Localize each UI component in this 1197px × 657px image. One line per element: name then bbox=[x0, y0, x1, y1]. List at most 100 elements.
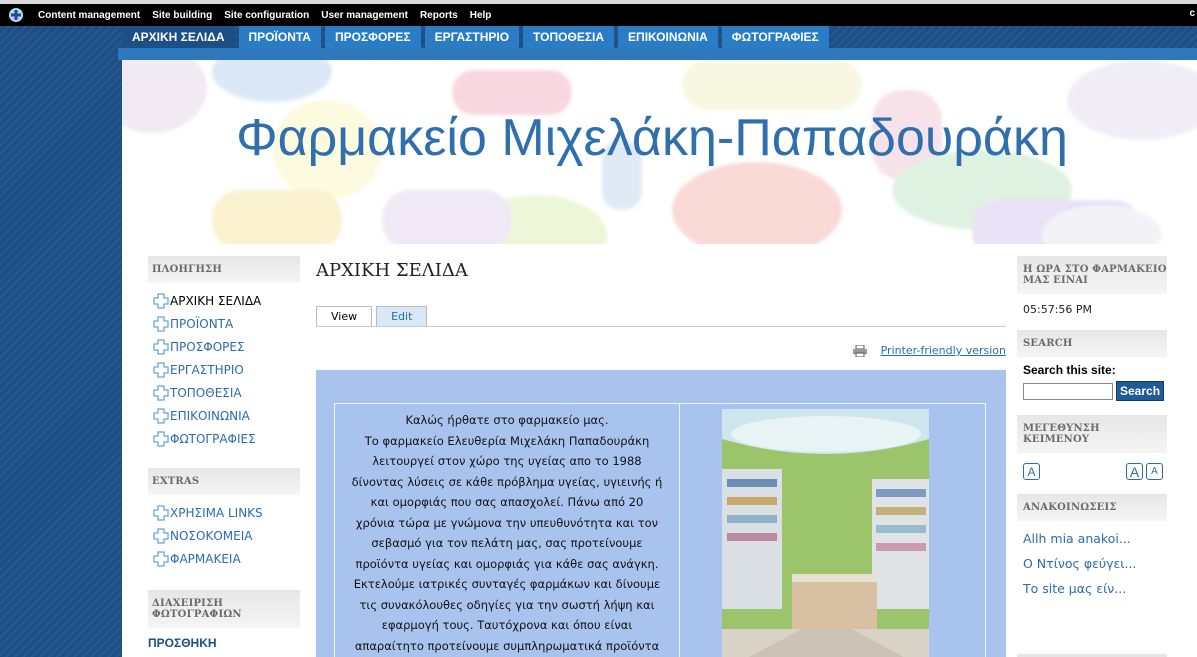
article-line: δίνοντας λύσεις σε κάθε πρόβλημα υγείας,… bbox=[351, 474, 663, 489]
sidebar-item-contact[interactable]: ΕΠΙΚΟΙΝΩΝΙΑ bbox=[152, 404, 300, 427]
article-line: σεβασμό για τον πελάτη μας, σας προτείνο… bbox=[371, 536, 643, 550]
admin-site-configuration[interactable]: Site configuration bbox=[218, 10, 315, 21]
extras-menu: ΧΡΗΣΙΜΑ LINKS ΝΟΣΟΚΟΜΕΙΑ ΦΑΡΜΑΚΕΙΑ bbox=[148, 495, 300, 580]
nav-home[interactable]: ΑΡΧΙΚΗ ΣΕΛΙΔΑ bbox=[122, 26, 235, 48]
nav-products[interactable]: ΠΡΟΪΟΝΤΑ bbox=[238, 26, 321, 48]
admin-site-building[interactable]: Site building bbox=[146, 10, 218, 21]
plus-icon bbox=[152, 384, 170, 402]
admin-right-text: c bbox=[1189, 8, 1195, 19]
nav-location[interactable]: ΤΟΠΟΘΕΣΙΑ bbox=[523, 26, 615, 48]
search-block-title: SEARCH bbox=[1017, 330, 1167, 357]
announcement-item[interactable]: Το site μας είν... bbox=[1023, 581, 1167, 606]
clock-block-title: Η ΩΡΑ ΣΤΟ ΦΑΡΜΑΚΕΙΟ ΜΑΣ ΕΙΝΑΙ bbox=[1017, 256, 1167, 294]
search-form: Search bbox=[1017, 381, 1167, 415]
sidebar-item-label: ΧΡΗΣΙΜΑ LINKS bbox=[170, 505, 263, 520]
search-block: SEARCH Search this site: Search bbox=[1017, 330, 1167, 415]
announcement-item[interactable]: Allh mia anakoi... bbox=[1023, 531, 1167, 556]
article-line: χρόνια τώρα με γνώμονα την υπευθυνότητα … bbox=[355, 515, 659, 530]
main-content: ΑΡΧΙΚΗ ΣΕΛΙΔΑ View Edit Printer-friendly… bbox=[316, 260, 1006, 657]
primary-navigation: ΑΡΧΙΚΗ ΣΕΛΙΔΑ ΠΡΟΪΟΝΤΑ ΠΡΟΣΦΟΡΕΣ ΕΡΓΑΣΤΗ… bbox=[122, 26, 833, 48]
article-table: Καλώς ήρθατε στο φαρμακείο μας. Το φαρμα… bbox=[334, 403, 986, 657]
page-content: ΠΛΟΗΓΗΣΗ ΑΡΧΙΚΗ ΣΕΛΙΔΑ ΠΡΟΪΟΝΤΑ ΠΡΟΣΦΟΡΕ… bbox=[122, 244, 1197, 657]
nav-laboratory[interactable]: ΕΡΓΑΣΤΗΡΙΟ bbox=[424, 26, 520, 48]
site-title[interactable]: Φαρμακείο Μιχελάκη-Παπαδουράκη bbox=[122, 108, 1122, 168]
page-title: ΑΡΧΙΚΗ ΣΕΛΙΔΑ bbox=[316, 260, 468, 281]
photo-admin-block-title: ΔΙΑΧΕΙΡΙΣΗ ΦΩΤΟΓΡΑΦΙΩΝ bbox=[148, 590, 300, 628]
search-label: Search this site: bbox=[1023, 363, 1116, 377]
extras-block-title: EXTRAS bbox=[148, 468, 300, 495]
clock-time: 05:57:56 PM bbox=[1023, 303, 1093, 316]
article-text: Καλώς ήρθατε στο φαρμακείο μας. Το φαρμα… bbox=[335, 404, 680, 657]
sidebar-item-useful-links[interactable]: ΧΡΗΣΙΜΑ LINKS bbox=[152, 501, 300, 524]
site-banner: Φαρμακείο Μιχελάκη-Παπαδουράκη bbox=[122, 60, 1197, 244]
plus-icon bbox=[152, 338, 170, 356]
announcements-block-title: ΑΝΑΚΟΙΝΩΣΕΙΣ bbox=[1017, 494, 1167, 521]
article-line: εφαρμογή τους. Ταυτόχρονα και όπου είναι bbox=[381, 618, 633, 632]
admin-toolbar: Content management Site building Site co… bbox=[0, 0, 1197, 26]
pharmacy-interior-photo bbox=[722, 409, 929, 657]
announcements-block: ΑΝΑΚΟΙΝΩΣΕΙΣ Allh mia anakoi... Ο Ντίνος… bbox=[1017, 494, 1167, 606]
sidebar-item-photos[interactable]: ΦΩΤΟΓΡΑΦΙΕΣ bbox=[152, 427, 300, 450]
plus-icon bbox=[152, 292, 170, 310]
sidebar-item-home[interactable]: ΑΡΧΙΚΗ ΣΕΛΙΔΑ bbox=[152, 289, 300, 312]
text-decrease-button[interactable]: A bbox=[1146, 463, 1163, 480]
plus-icon bbox=[152, 361, 170, 379]
sidebar-item-pharmacies[interactable]: ΦΑΡΜΑΚΕΙΑ bbox=[152, 547, 300, 570]
article-image-cell bbox=[680, 404, 985, 657]
search-input[interactable] bbox=[1023, 382, 1113, 400]
tab-edit[interactable]: Edit bbox=[376, 306, 428, 326]
announcements-list: Allh mia anakoi... Ο Ντίνος φεύγει... Το… bbox=[1017, 521, 1167, 606]
sidebar-item-hospitals[interactable]: ΝΟΣΟΚΟΜΕΙΑ bbox=[152, 524, 300, 547]
search-button[interactable]: Search bbox=[1116, 381, 1165, 401]
text-resize-block-title: ΜΕΓΕΘΥΝΣΗ ΚΕΙΜΕΝΟΥ bbox=[1017, 415, 1167, 453]
article-line: Εκτελούμε ιατρικές συνταγές φαρμάκων και… bbox=[353, 577, 661, 591]
header-bar bbox=[118, 48, 1197, 60]
sidebar-item-label: ΑΡΧΙΚΗ ΣΕΛΙΔΑ bbox=[170, 293, 262, 308]
article-line: Το φαρμακείο Ελευθερία Μιχελάκη Παπαδουρ… bbox=[364, 433, 650, 448]
article-line: λειτουργεί στον χώρο της υγείας απο το 1… bbox=[372, 454, 642, 468]
nav-contact[interactable]: ΕΠΙΚΟΙΝΩΝΙΑ bbox=[618, 26, 718, 48]
plus-icon bbox=[152, 407, 170, 425]
sidebar-item-label: ΦΑΡΜΑΚΕΙΑ bbox=[170, 551, 241, 566]
tabs-divider bbox=[316, 326, 1006, 327]
article-line: απαραίτητο προτείνουμε συμπληρωματικά πρ… bbox=[354, 638, 660, 653]
nav-photos[interactable]: ΦΩΤΟΓΡΑΦΙΕΣ bbox=[721, 26, 829, 48]
sidebar-item-products[interactable]: ΠΡΟΪΟΝΤΑ bbox=[152, 312, 300, 335]
admin-user-management[interactable]: User management bbox=[315, 10, 414, 21]
drupal-logo-icon[interactable] bbox=[0, 4, 32, 26]
plus-icon bbox=[152, 550, 170, 568]
extras-block: EXTRAS ΧΡΗΣΙΜΑ LINKS ΝΟΣΟΚΟΜΕΙΑ ΦΑΡΜΑΚΕΙ… bbox=[148, 468, 300, 580]
article-body: Καλώς ήρθατε στο φαρμακείο μας. Το φαρμα… bbox=[316, 370, 1006, 657]
nav-offers[interactable]: ΠΡΟΣΦΟΡΕΣ bbox=[324, 26, 421, 48]
clock-block: Η ΩΡΑ ΣΤΟ ΦΑΡΜΑΚΕΙΟ ΜΑΣ ΕΙΝΑΙ 05:57:56 P… bbox=[1017, 256, 1167, 330]
admin-help[interactable]: Help bbox=[464, 10, 498, 21]
text-increase-button[interactable]: A bbox=[1126, 463, 1143, 480]
announcement-item[interactable]: Ο Ντίνος φεύγει... bbox=[1023, 556, 1167, 581]
admin-content-management[interactable]: Content management bbox=[32, 10, 146, 21]
sidebar-item-label: ΝΟΣΟΚΟΜΕΙΑ bbox=[170, 528, 253, 543]
tab-view[interactable]: View bbox=[316, 306, 373, 326]
text-resize-block: ΜΕΓΕΘΥΝΣΗ ΚΕΙΜΕΝΟΥ A A A bbox=[1017, 415, 1167, 494]
article-line: τις συνακόλουθες οδηγίες για την σωστή λ… bbox=[359, 597, 655, 612]
sidebar-item-laboratory[interactable]: ΕΡΓΑΣΤΗΡΙΟ bbox=[152, 358, 300, 381]
right-sidebar: Η ΩΡΑ ΣΤΟ ΦΑΡΜΑΚΕΙΟ ΜΑΣ ΕΙΝΑΙ 05:57:56 P… bbox=[1017, 256, 1167, 657]
sidebar-item-label: ΕΠΙΚΟΙΝΩΝΙΑ bbox=[170, 408, 250, 423]
sidebar-item-label: ΤΟΠΟΘΕΣΙΑ bbox=[170, 385, 242, 400]
admin-reports[interactable]: Reports bbox=[414, 10, 464, 21]
article-line: Καλώς ήρθατε στο φαρμακείο μας. bbox=[405, 413, 609, 427]
plus-icon bbox=[152, 430, 170, 448]
local-tabs: View Edit bbox=[316, 306, 431, 326]
printer-friendly-link[interactable]: Printer-friendly version bbox=[852, 344, 1006, 357]
navigation-block-title: ΠΛΟΗΓΗΣΗ bbox=[148, 256, 300, 283]
article-line: προϊόντα υγείας και ομορφιάς για κάθε σα… bbox=[355, 556, 659, 571]
sidebar-item-offers[interactable]: ΠΡΟΣΦΟΡΕΣ bbox=[152, 335, 300, 358]
sidebar-item-location[interactable]: ΤΟΠΟΘΕΣΙΑ bbox=[152, 381, 300, 404]
article-line: και ομορφιάς που σας απασχολεί. Πάνω από… bbox=[370, 495, 644, 509]
sidebar-item-label: ΠΡΟΣΦΟΡΕΣ bbox=[170, 339, 245, 354]
sidebar-item-label: ΕΡΓΑΣΤΗΡΙΟ bbox=[170, 362, 244, 377]
navigation-block: ΠΛΟΗΓΗΣΗ ΑΡΧΙΚΗ ΣΕΛΙΔΑ ΠΡΟΪΟΝΤΑ ΠΡΟΣΦΟΡΕ… bbox=[148, 256, 300, 460]
add-photo-link[interactable]: ΠΡΟΣΘΗΚΗ bbox=[148, 628, 300, 650]
text-size-group: A A bbox=[1126, 463, 1163, 480]
text-reset-button[interactable]: A bbox=[1023, 463, 1040, 480]
plus-icon bbox=[152, 504, 170, 522]
